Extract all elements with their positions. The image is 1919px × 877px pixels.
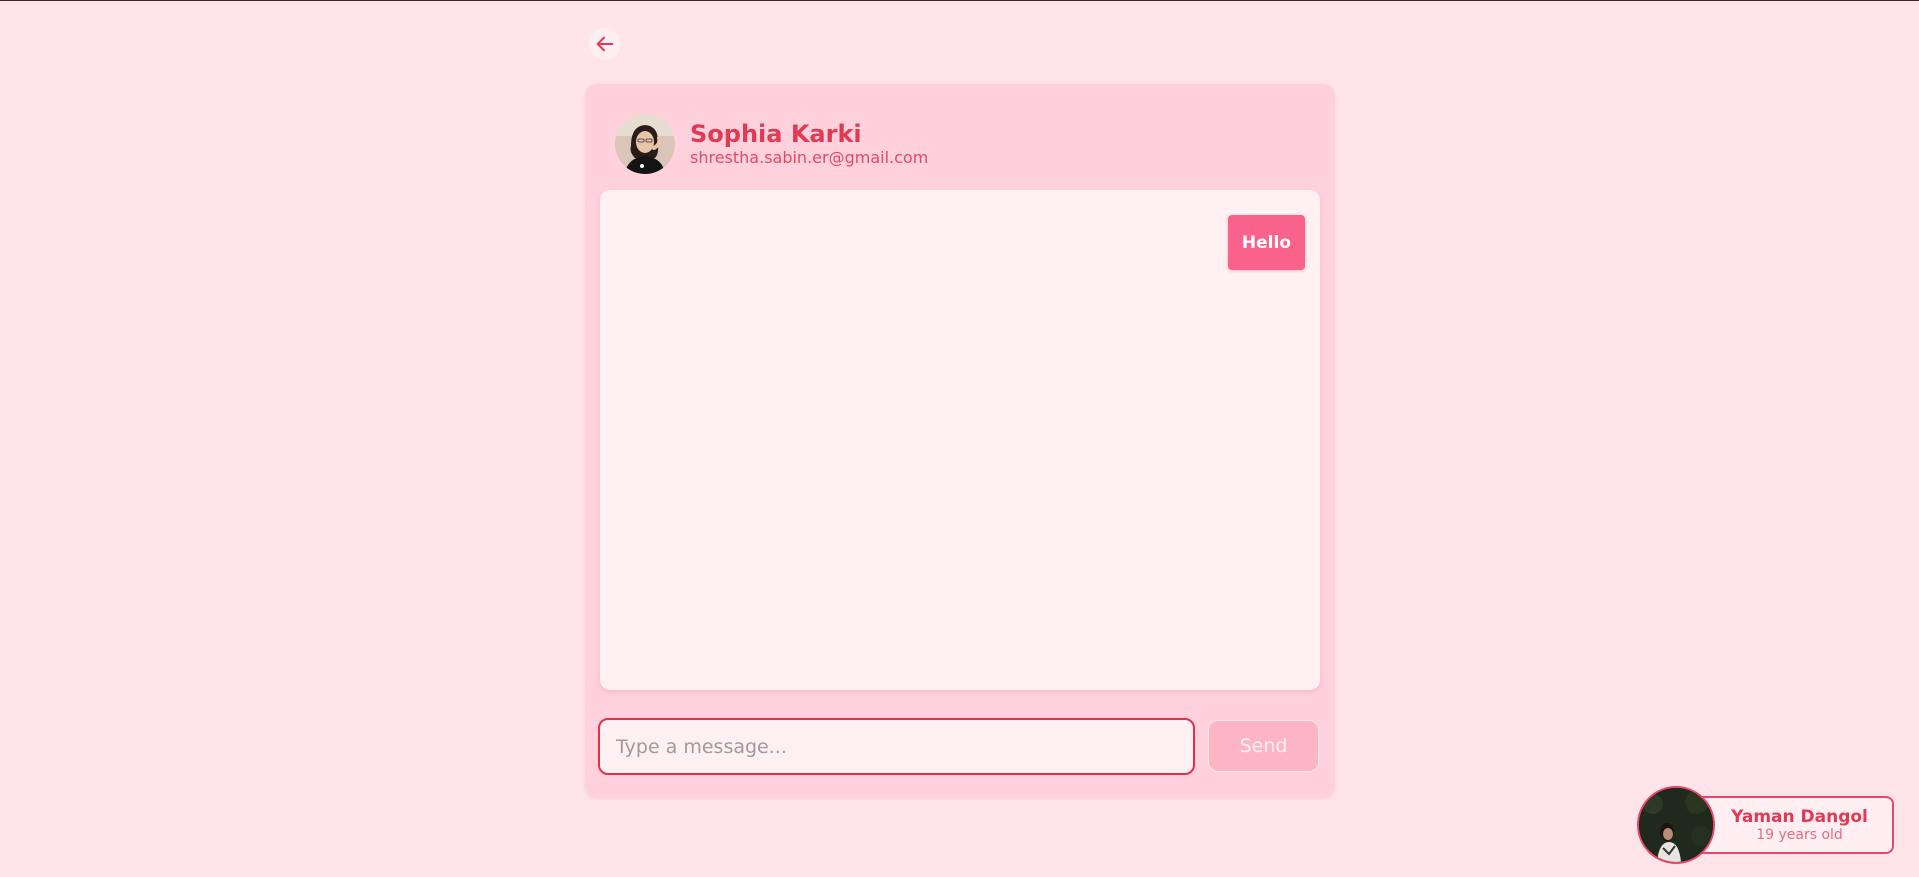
contact-name: Sophia Karki bbox=[690, 120, 862, 148]
message-input[interactable] bbox=[598, 718, 1195, 775]
user-age: 19 years old bbox=[1756, 827, 1843, 843]
user-avatar bbox=[1637, 786, 1715, 864]
contact-info: Sophia Karki shrestha.sabin.er@gmail.com bbox=[690, 120, 928, 168]
message-bubble-sent: Hello bbox=[1227, 215, 1305, 270]
chat-panel: Sophia Karki shrestha.sabin.er@gmail.com… bbox=[585, 84, 1335, 798]
messages-area[interactable]: Hello bbox=[600, 190, 1320, 690]
contact-email: shrestha.sabin.er@gmail.com bbox=[690, 148, 929, 167]
back-button[interactable] bbox=[589, 28, 621, 60]
chat-header: Sophia Karki shrestha.sabin.er@gmail.com bbox=[615, 114, 928, 174]
contact-avatar bbox=[615, 114, 675, 174]
user-profile-card[interactable]: Yaman Dangol 19 years old bbox=[1637, 786, 1895, 866]
arrow-left-icon bbox=[596, 36, 614, 52]
user-name: Yaman Dangol bbox=[1731, 807, 1868, 827]
send-button[interactable]: Send bbox=[1208, 720, 1319, 772]
